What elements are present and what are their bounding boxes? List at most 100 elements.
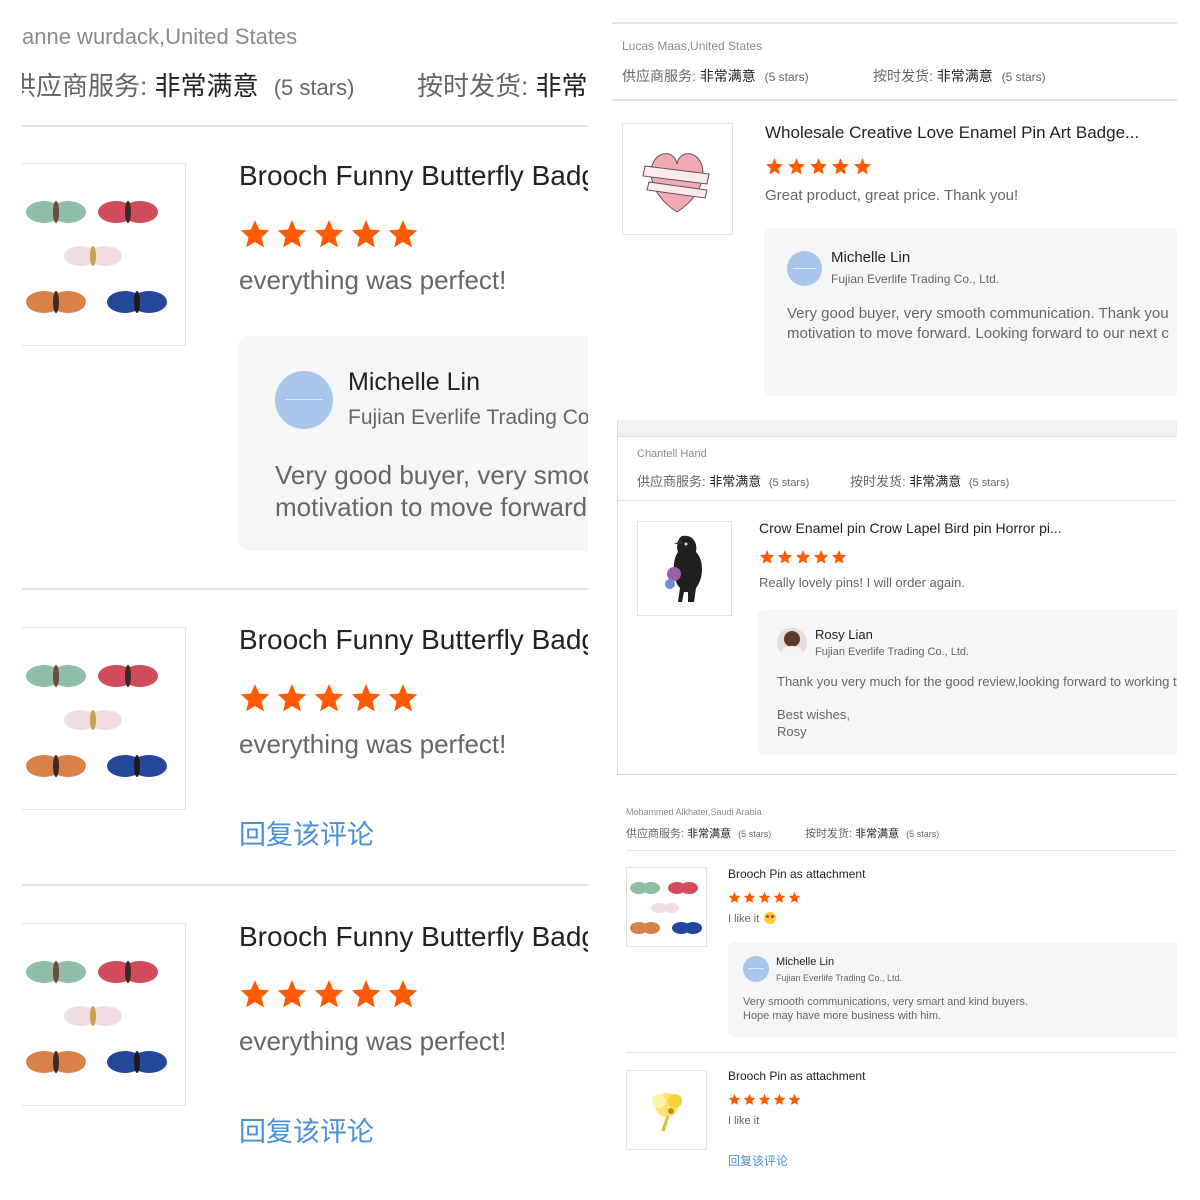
star-icon xyxy=(277,980,307,1008)
star-icon xyxy=(777,550,793,564)
rating-stars-text: (5 stars) xyxy=(906,829,940,839)
reply-text-line: Very good buyer, very smooth communicati… xyxy=(787,305,1169,322)
review-comment: everything was perfect! xyxy=(239,729,507,759)
rating-delivery: 按时发货: 非常满意 xyxy=(417,66,588,103)
panel-top-strip xyxy=(618,420,1177,437)
seller-name: Michelle Lin xyxy=(776,956,835,968)
seller-reply: Rosy Lian Fujian Everlife Trading Co., L… xyxy=(758,610,1177,755)
product-thumbnail[interactable] xyxy=(22,163,186,346)
reply-to-review-link[interactable]: 回复该评论 xyxy=(239,1110,374,1149)
reply-text-line: motivation to move forward. Looking forw… xyxy=(787,325,1169,342)
star-icon xyxy=(351,220,381,248)
rating-label: 按时发货: xyxy=(873,68,933,84)
star-icon xyxy=(788,1093,801,1105)
reply-to-review-link[interactable]: 回复该评论 xyxy=(728,1152,788,1169)
rating-delivery: 按时发货: 非常满意 (5 stars) xyxy=(873,66,1046,86)
rating-stars-text: (5 stars) xyxy=(768,477,810,489)
reply-to-review-link[interactable]: 回复该评论 xyxy=(239,813,374,852)
product-title[interactable]: Brooch Pin as attachment xyxy=(728,1069,865,1083)
rating-stars-text: (5 stars) xyxy=(968,477,1010,489)
seller-reply: Michelle Lin Fujian Everlife Trading Co.… xyxy=(764,228,1177,396)
product-thumbnail[interactable] xyxy=(622,123,733,235)
star-icon xyxy=(277,684,307,712)
divider xyxy=(612,22,1177,24)
star-icon xyxy=(831,550,847,564)
product-title[interactable]: Brooch Funny Butterfly Badge xyxy=(239,160,588,192)
rating-service: 供应商服务: 非常满意 (5 stars) xyxy=(22,66,354,103)
heart-eyes-emoji-icon xyxy=(764,912,777,924)
star-icon xyxy=(743,891,756,903)
reply-text-line: Thank you very much for the good review,… xyxy=(777,674,1177,689)
seller-name: Michelle Lin xyxy=(831,249,911,266)
divider xyxy=(22,884,588,886)
star-icon xyxy=(773,1093,786,1105)
seller-avatar-photo xyxy=(777,628,807,658)
star-rating xyxy=(239,682,419,714)
seller-reply: Michelle Lin Fujian Everlife Trading Co.… xyxy=(238,336,588,551)
review-comment: everything was perfect! xyxy=(239,1026,507,1056)
product-title[interactable]: Brooch Pin as attachment xyxy=(728,867,865,881)
star-icon xyxy=(759,550,775,564)
product-title[interactable]: Brooch Funny Butterfly Badge xyxy=(239,921,588,953)
rating-label: 供应商服务: xyxy=(22,71,148,101)
seller-avatar xyxy=(787,251,822,286)
divider xyxy=(22,588,588,590)
mid-right-review-panel: Chantell Hand 供应商服务: 非常满意 (5 stars) 按时发货… xyxy=(617,420,1177,775)
star-icon xyxy=(277,220,307,248)
star-icon xyxy=(758,891,771,903)
rating-value: 非常满意 xyxy=(535,71,588,101)
review-comment: Really lovely pins! I will order again. xyxy=(759,575,965,590)
seller-company: Fujian Everlife Trading Co., Ltd. xyxy=(776,973,903,983)
left-review-panel: anne wurdack,United States 供应商服务: 非常满意 (… xyxy=(22,0,588,1200)
review-comment: I like it xyxy=(728,1115,760,1127)
star-rating xyxy=(239,978,419,1010)
rating-service: 供应商服务: 非常满意 (5 stars) xyxy=(622,66,809,86)
moth-pins-image xyxy=(26,665,167,777)
rating-stars-text: (5 stars) xyxy=(738,829,772,839)
product-title[interactable]: Wholesale Creative Love Enamel Pin Art B… xyxy=(765,123,1139,143)
product-thumbnail[interactable] xyxy=(22,627,186,810)
rating-value: 非常满意 xyxy=(909,474,962,489)
product-title[interactable]: Brooch Funny Butterfly Badge xyxy=(239,624,588,656)
top-right-review-panel: Lucas Maas,United States 供应商服务: 非常满意 (5 … xyxy=(612,22,1177,398)
star-rating xyxy=(239,218,419,250)
star-icon xyxy=(773,891,786,903)
reply-text-line: Hope may have more business with him. xyxy=(743,1010,942,1022)
reviewer-name: Lucas Maas,United States xyxy=(622,39,763,53)
rating-stars-text: (5 stars) xyxy=(1001,70,1046,84)
divider xyxy=(626,1052,1177,1053)
rating-delivery: 按时发货: 非常满意 (5 stars) xyxy=(850,471,1009,490)
rating-label: 按时发货: xyxy=(850,474,906,489)
product-thumbnail[interactable] xyxy=(637,521,732,616)
review-comment: I like it xyxy=(728,912,777,925)
star-icon xyxy=(351,684,381,712)
reply-text-line: motivation to move forward. Looking forw… xyxy=(275,492,588,522)
product-thumbnail[interactable] xyxy=(626,1070,707,1150)
seller-avatar xyxy=(743,956,769,982)
heart-pin-image xyxy=(642,153,710,213)
rating-value: 非常满意 xyxy=(154,71,259,101)
star-icon xyxy=(832,158,849,175)
product-thumbnail[interactable] xyxy=(22,923,186,1106)
moth-pins-image xyxy=(26,961,167,1073)
reviewer-name: Mohammed Alkhater,Saudi Arabia xyxy=(626,807,762,817)
star-icon xyxy=(854,158,871,175)
star-icon xyxy=(388,980,418,1008)
rating-label: 供应商服务: xyxy=(626,828,685,840)
reviewer-name: anne wurdack,United States xyxy=(22,24,298,49)
seller-name: Michelle Lin xyxy=(348,368,481,396)
rating-label: 按时发货: xyxy=(417,71,529,101)
star-icon xyxy=(314,684,344,712)
product-title[interactable]: Crow Enamel pin Crow Lapel Bird pin Horr… xyxy=(759,520,1062,536)
star-icon xyxy=(388,220,418,248)
bottom-right-review-panel: Mohammed Alkhater,Saudi Arabia 供应商服务: 非常… xyxy=(617,800,1177,1180)
star-icon xyxy=(810,158,827,175)
rating-value: 非常满意 xyxy=(699,68,756,84)
product-thumbnail[interactable] xyxy=(626,867,707,947)
rating-delivery: 按时发货: 非常满意 (5 stars) xyxy=(805,825,939,841)
rating-value: 非常满意 xyxy=(855,828,900,840)
star-rating xyxy=(728,1093,801,1106)
star-icon xyxy=(388,684,418,712)
seller-company: Fujian Everlife Trading Co., Ltd. xyxy=(348,406,588,429)
crow-pin-image xyxy=(665,535,702,602)
